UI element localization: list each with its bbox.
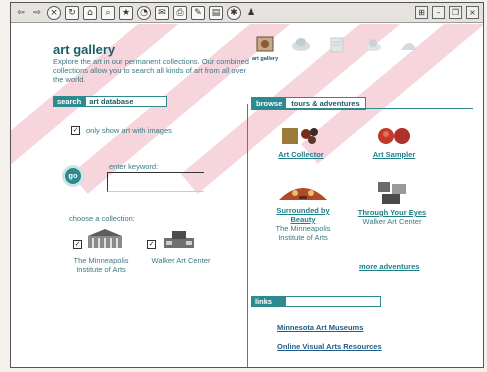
keyword-label: enter keyword: (109, 162, 159, 171)
art-sampler-image (378, 128, 410, 144)
search-tab[interactable]: search (53, 96, 86, 107)
art-collector-image (282, 128, 318, 144)
links-bar: links (251, 296, 381, 307)
collection-mia-label[interactable]: The Minneapolis Institute of Arts (65, 256, 137, 274)
collection-walker-label[interactable]: Walker Art Center (141, 256, 221, 265)
more-adventures-link[interactable]: more adventures (359, 262, 419, 271)
page-content: art gallery Explore the art in our perma… (11, 24, 483, 367)
helmet-icon (401, 43, 417, 50)
surrounded-by-beauty-link[interactable]: Surrounded by Beauty (263, 206, 343, 224)
walker-building-icon (164, 231, 194, 248)
messenger-icon[interactable]: ✱ (227, 5, 241, 20)
art-gallery-icon (256, 36, 274, 52)
links-tab: links (251, 296, 285, 307)
tabs-underline (251, 108, 473, 109)
window-controls: ⊞ – ❐ × (415, 6, 479, 19)
images-only-checkbox[interactable]: ✓ (71, 126, 80, 135)
collection-mia[interactable]: ✓ (73, 228, 124, 250)
minimize-icon[interactable]: – (432, 6, 445, 19)
home-icon[interactable]: ⌂ (83, 5, 97, 20)
images-only-label: only show art with images (86, 126, 172, 135)
keyword-input[interactable] (107, 172, 204, 192)
adventure-art-sampler[interactable]: Art Sampler (357, 124, 431, 159)
back-icon[interactable]: ⇦ (15, 7, 27, 19)
section-nav-3[interactable] (323, 36, 351, 62)
through-your-eyes-image (378, 182, 406, 204)
browser-toolbar: ⇦ ⇨ × ↻ ⌂ ⌕ ★ ◔ ✉ ⎙ ✎ ▤ ✱ ♟ ⊞ – ❐ × (11, 3, 483, 23)
restore-icon[interactable]: ❐ (449, 6, 462, 19)
forward-icon[interactable]: ⇨ (31, 7, 43, 19)
refresh-icon[interactable]: ↻ (65, 5, 79, 20)
collection-walker[interactable]: ✓ (147, 228, 198, 250)
search-bar: search art database (53, 96, 168, 107)
art-database-box: art database (85, 96, 168, 107)
art-gallery-nav[interactable]: art gallery (251, 36, 279, 62)
page-title: art gallery (53, 42, 116, 57)
sculpture-icon (292, 38, 310, 51)
through-your-eyes-subtitle: Walker Art Center (362, 217, 422, 226)
go-button[interactable]: go (65, 168, 81, 184)
print-icon[interactable]: ⎙ (173, 5, 187, 20)
adventure-through-your-eyes[interactable]: Through Your Eyes Walker Art Center (353, 180, 431, 226)
art-sampler-link[interactable]: Art Sampler (357, 150, 431, 159)
search-icon[interactable]: ⌕ (101, 5, 115, 20)
edit-icon[interactable]: ✎ (191, 5, 205, 20)
art-gallery-nav-label: art gallery (251, 56, 279, 62)
collection-walker-checkbox[interactable]: ✓ (147, 240, 156, 249)
browser-window: ⇦ ⇨ × ↻ ⌂ ⌕ ★ ◔ ✉ ⎙ ✎ ▤ ✱ ♟ ⊞ – ❐ × art … (10, 2, 484, 368)
section-nav-5[interactable] (395, 36, 423, 62)
column-divider (247, 104, 248, 367)
section-nav-4[interactable] (359, 36, 387, 62)
adventure-surrounded-by-beauty[interactable]: Surrounded by Beauty The Minneapolis Ins… (263, 180, 343, 242)
surrounded-by-beauty-image (279, 188, 327, 200)
section-icons: art gallery (251, 36, 423, 62)
surrounded-by-beauty-subtitle: The Minneapolis Institute of Arts (275, 224, 331, 242)
online-visual-arts-resources-link[interactable]: Online Visual Arts Resources (277, 342, 382, 351)
choose-collection-label: choose a collection: (69, 214, 135, 223)
mail-icon[interactable]: ✉ (155, 5, 169, 20)
museum-building-icon (88, 229, 122, 248)
through-your-eyes-link[interactable]: Through Your Eyes (353, 208, 431, 217)
favorites-icon[interactable]: ★ (119, 5, 133, 20)
close-icon[interactable]: × (466, 6, 479, 19)
adventure-art-collector[interactable]: Art Collector (261, 124, 341, 159)
document-icon (330, 37, 344, 53)
images-only-option[interactable]: ✓ only show art with images (71, 126, 172, 135)
links-box (285, 296, 381, 307)
intro-text: Explore the art in our permanent collect… (53, 57, 249, 84)
discuss-icon[interactable]: ▤ (209, 5, 223, 20)
person-icon[interactable]: ♟ (245, 7, 257, 19)
section-nav-2[interactable] (287, 36, 315, 62)
stop-icon[interactable]: × (47, 5, 61, 20)
collection-mia-checkbox[interactable]: ✓ (73, 240, 82, 249)
minnesota-art-museums-link[interactable]: Minnesota Art Museums (277, 323, 363, 332)
history-icon[interactable]: ◔ (137, 5, 151, 20)
object-icon (365, 39, 381, 51)
windows-flag-icon: ⊞ (415, 6, 428, 19)
art-collector-link[interactable]: Art Collector (261, 150, 341, 159)
